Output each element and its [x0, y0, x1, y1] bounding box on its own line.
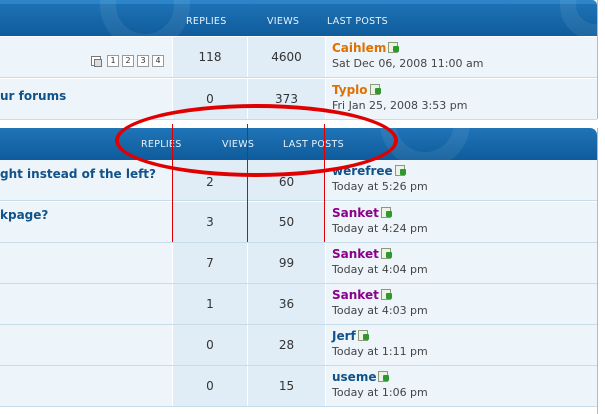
- view-latest-post-icon[interactable]: [378, 371, 390, 382]
- topic-list-header: REPLIES VIEWS LAST POSTS: [0, 0, 597, 36]
- last-post-author-link[interactable]: Typlo: [332, 83, 381, 97]
- annotation-red-ellipse: [115, 104, 398, 177]
- topic-row[interactable]: kpage? 3 50 Sanket Today at 4:24 pm: [0, 202, 597, 243]
- header-top-strip: [0, 0, 597, 4]
- last-post-cell: Typlo Fri Jan 25, 2008 3:53 pm: [326, 79, 597, 119]
- topic-title-link[interactable]: ght instead of the left?: [0, 167, 156, 181]
- views-cell: 28: [248, 325, 325, 365]
- topic-title-cell: ur forums: [0, 79, 172, 119]
- header-decoration: [560, 0, 597, 36]
- last-post-date: Today at 1:06 pm: [332, 386, 428, 399]
- page-link[interactable]: 2: [122, 55, 134, 67]
- views-cell: 36: [248, 284, 325, 324]
- username[interactable]: Jerf: [332, 329, 356, 343]
- topic-row[interactable]: 0 28 Jerf Today at 1:11 pm: [0, 325, 597, 366]
- topic-title-cell: ght instead of the left?: [0, 160, 172, 200]
- last-post-date: Today at 4:24 pm: [332, 222, 428, 235]
- views-cell: 4600: [248, 37, 325, 77]
- last-post-author-link[interactable]: Sanket: [332, 288, 392, 302]
- last-post-date: Today at 4:04 pm: [332, 263, 428, 276]
- replies-count: 118: [198, 50, 222, 64]
- last-post-cell: useme Today at 1:06 pm: [326, 366, 597, 406]
- last-post-cell: Sanket Today at 4:24 pm: [326, 202, 597, 242]
- header-decoration: [100, 0, 190, 36]
- view-latest-post-icon[interactable]: [357, 330, 369, 341]
- last-post-author-link[interactable]: useme: [332, 370, 390, 384]
- views-count: 50: [278, 215, 295, 229]
- last-post-author-link[interactable]: Caihlem: [332, 41, 400, 55]
- views-count: 99: [278, 256, 295, 270]
- views-count: 15: [278, 379, 295, 393]
- replies-column-header[interactable]: REPLIES: [186, 16, 227, 27]
- view-latest-post-icon[interactable]: [369, 84, 381, 95]
- replies-count: 2: [206, 175, 214, 189]
- views-column-header[interactable]: VIEWS: [267, 16, 299, 27]
- last-post-date: Fri Jan 25, 2008 3:53 pm: [332, 99, 468, 112]
- last-post-cell: werefree Today at 5:26 pm: [326, 160, 597, 200]
- replies-cell: 0: [173, 366, 247, 406]
- view-latest-post-icon[interactable]: [394, 165, 406, 176]
- topic-pagination: 1 2 3 4: [91, 55, 164, 67]
- page-link[interactable]: 4: [152, 55, 164, 67]
- views-count: 4600: [271, 50, 302, 64]
- last-posts-column-header[interactable]: LAST POSTS: [327, 16, 388, 27]
- topic-row[interactable]: 0 15 useme Today at 1:06 pm: [0, 366, 597, 407]
- last-post-author-link[interactable]: Jerf: [332, 329, 369, 343]
- views-count: 36: [278, 297, 295, 311]
- multipage-icon: [91, 56, 102, 67]
- topic-title-link[interactable]: kpage?: [0, 208, 48, 222]
- topic-title-cell: [0, 366, 172, 406]
- last-post-date: Today at 5:26 pm: [332, 180, 428, 193]
- last-post-date: Today at 1:11 pm: [332, 345, 428, 358]
- username[interactable]: Sanket: [332, 247, 379, 261]
- replies-count: 3: [206, 215, 214, 229]
- last-post-date: Today at 4:03 pm: [332, 304, 428, 317]
- page-link[interactable]: 3: [137, 55, 149, 67]
- topic-title-cell: [0, 325, 172, 365]
- topic-row[interactable]: 1 36 Sanket Today at 4:03 pm: [0, 284, 597, 325]
- replies-cell: 118: [173, 37, 247, 77]
- topic-title-cell: [0, 284, 172, 324]
- username[interactable]: Sanket: [332, 288, 379, 302]
- last-post-cell: Jerf Today at 1:11 pm: [326, 325, 597, 365]
- topic-title-link[interactable]: ur forums: [0, 89, 66, 103]
- views-cell: 15: [248, 366, 325, 406]
- last-post-author-link[interactable]: Sanket: [332, 247, 392, 261]
- last-post-date: Sat Dec 06, 2008 11:00 am: [332, 57, 484, 70]
- views-cell: 50: [248, 202, 325, 242]
- page-link[interactable]: 1: [107, 55, 119, 67]
- view-latest-post-icon[interactable]: [388, 42, 400, 53]
- topic-title-cell: [0, 243, 172, 283]
- replies-cell: 0: [173, 325, 247, 365]
- last-post-author-link[interactable]: Sanket: [332, 206, 392, 220]
- replies-count: 0: [206, 379, 214, 393]
- last-post-cell: Sanket Today at 4:03 pm: [326, 284, 597, 324]
- replies-count: 7: [206, 256, 214, 270]
- view-latest-post-icon[interactable]: [380, 207, 392, 218]
- topic-title-cell: 1 2 3 4: [0, 37, 172, 77]
- replies-count: 1: [206, 297, 214, 311]
- views-cell: 99: [248, 243, 325, 283]
- replies-count: 0: [206, 338, 214, 352]
- username[interactable]: useme: [332, 370, 376, 384]
- topic-row[interactable]: 7 99 Sanket Today at 4:04 pm: [0, 243, 597, 284]
- views-count: 60: [278, 175, 295, 189]
- replies-cell: 1: [173, 284, 247, 324]
- replies-cell: 7: [173, 243, 247, 283]
- view-latest-post-icon[interactable]: [380, 248, 392, 259]
- last-post-cell: Caihlem Sat Dec 06, 2008 11:00 am: [326, 37, 597, 77]
- username[interactable]: Sanket: [332, 206, 379, 220]
- topic-list-panel-top: REPLIES VIEWS LAST POSTS 1 2 3 4 118 460…: [0, 0, 598, 120]
- views-count: 28: [278, 338, 295, 352]
- last-post-cell: Sanket Today at 4:04 pm: [326, 243, 597, 283]
- topic-title-cell: kpage?: [0, 202, 172, 242]
- username[interactable]: Caihlem: [332, 41, 386, 55]
- view-latest-post-icon[interactable]: [380, 289, 392, 300]
- username[interactable]: Typlo: [332, 83, 368, 97]
- topic-row[interactable]: 1 2 3 4 118 4600 Caihlem Sat Dec 06, 200…: [0, 37, 597, 78]
- replies-cell: 3: [173, 202, 247, 242]
